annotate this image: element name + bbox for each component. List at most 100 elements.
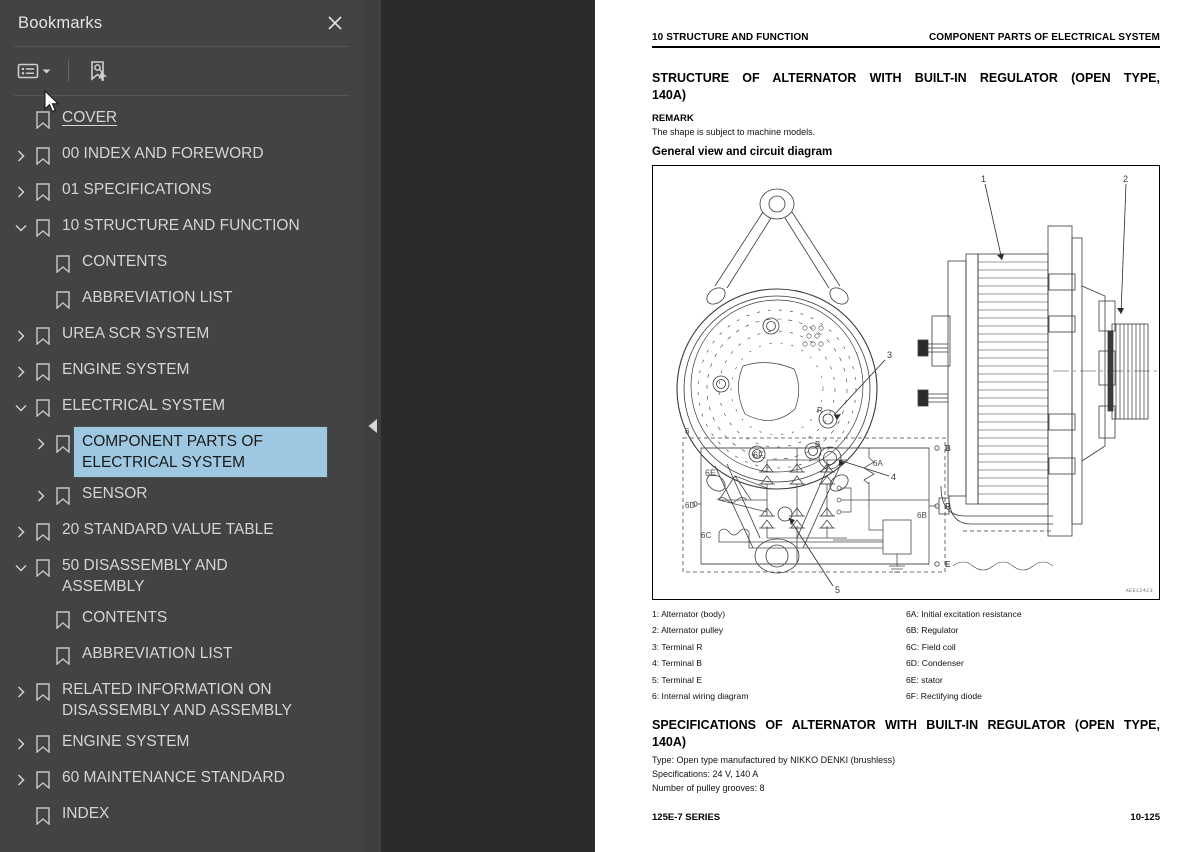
- bookmark-item[interactable]: RELATED INFORMATION ON DISASSEMBLY AND A…: [0, 674, 364, 726]
- bookmark-label[interactable]: 00 INDEX AND FOREWORD: [54, 139, 268, 168]
- chevron-down-icon[interactable]: [10, 211, 32, 245]
- bookmarks-toolbar: [0, 47, 364, 95]
- bookmark-label[interactable]: CONTENTS: [74, 247, 171, 276]
- bookmark-label[interactable]: RELATED INFORMATION ON DISASSEMBLY AND A…: [54, 675, 312, 725]
- chevron-right-icon[interactable]: [10, 727, 32, 761]
- figure-reference-code: AEE12423: [1125, 588, 1153, 594]
- bookmarks-panel-title: Bookmarks: [18, 13, 103, 32]
- alternator-front-view: [676, 188, 878, 574]
- bookmarks-tree[interactable]: COVER 00 INDEX AND FOREWORD 01 SPECIFICATI…: [0, 96, 364, 852]
- bookmark-icon: [32, 355, 54, 389]
- bookmark-label[interactable]: ENGINE SYSTEM: [54, 355, 193, 384]
- bookmark-item[interactable]: SENSOR: [0, 478, 364, 514]
- circuit-terminal-E: E: [945, 560, 951, 569]
- bookmark-item[interactable]: UREA SCR SYSTEM: [0, 318, 364, 354]
- bookmark-label[interactable]: COMPONENT PARTS OF ELECTRICAL SYSTEM: [73, 426, 328, 478]
- chevron-right-icon[interactable]: [10, 763, 32, 797]
- chevron-right-icon[interactable]: [30, 479, 52, 513]
- twisty-placeholder: [10, 799, 32, 833]
- document-viewport[interactable]: 10 STRUCTURE AND FUNCTION COMPONENT PART…: [595, 0, 1200, 852]
- figure-subheading: General view and circuit diagram: [652, 146, 833, 158]
- bookmark-label[interactable]: ENGINE SYSTEM: [54, 727, 193, 756]
- legend-column-right: 6A: Initial excitation resistance 6B: Reg…: [906, 606, 1160, 704]
- bookmark-item[interactable]: INDEX: [0, 798, 364, 834]
- bookmark-item[interactable]: 50 DISASSEMBLY AND ASSEMBLY: [0, 550, 364, 602]
- chevron-right-icon[interactable]: [10, 675, 32, 709]
- legend-entry: 2: Alternator pulley: [652, 625, 724, 636]
- chevron-right-icon[interactable]: [10, 319, 32, 353]
- bookmark-item[interactable]: 01 SPECIFICATIONS: [0, 174, 364, 210]
- bookmark-item[interactable]: 60 MAINTENANCE STANDARD: [0, 762, 364, 798]
- footer-series: 125E-7 SERIES: [652, 812, 721, 824]
- bookmark-item[interactable]: CONTENTS: [0, 602, 364, 638]
- circuit-label-6A: 6A: [873, 459, 883, 468]
- bookmark-icon: [52, 247, 74, 281]
- bookmark-item[interactable]: 20 STANDARD VALUE TABLE: [0, 514, 364, 550]
- figure-legend: 1: Alternator (body) 2: Alternator pulley…: [652, 606, 1160, 704]
- bookmark-item[interactable]: CONTENTS: [0, 246, 364, 282]
- alternator-figure: 3 4 5 R B 1 2 6 6F 6E 6A 6B 6C 6D B R E …: [652, 165, 1160, 600]
- bookmark-item[interactable]: ELECTRICAL SYSTEM: [0, 390, 364, 426]
- legend-entry: 3: Terminal R: [652, 641, 703, 652]
- bookmark-label[interactable]: 50 DISASSEMBLY AND ASSEMBLY: [54, 551, 312, 601]
- bookmark-label[interactable]: 01 SPECIFICATIONS: [54, 175, 216, 204]
- triangle-left-icon[interactable]: [367, 418, 379, 434]
- bookmark-label[interactable]: ABBREVIATION LIST: [74, 283, 236, 312]
- bookmark-label[interactable]: CONTENTS: [74, 603, 171, 632]
- chevron-down-icon[interactable]: [10, 391, 32, 425]
- chevron-right-icon[interactable]: [10, 355, 32, 389]
- chevron-right-icon[interactable]: [10, 175, 32, 209]
- bookmark-icon: [32, 103, 54, 137]
- running-head-rule: [652, 46, 1160, 48]
- bookmark-item[interactable]: 10 STRUCTURE AND FUNCTION: [0, 210, 364, 246]
- bookmark-item[interactable]: COMPONENT PARTS OF ELECTRICAL SYSTEM: [0, 426, 364, 478]
- running-head-right: COMPONENT PARTS OF ELECTRICAL SYSTEM: [928, 32, 1160, 43]
- bookmark-icon: [32, 319, 54, 353]
- specification-line: Number of pulley grooves: 8: [652, 783, 765, 794]
- legend-entry: 6B: Regulator: [906, 625, 959, 636]
- bookmarks-header: Bookmarks: [0, 0, 364, 46]
- bookmarks-sidebar: Bookmarks COVER 00 INDEX AND FOREWORD 01…: [0, 0, 364, 852]
- close-icon[interactable]: [322, 10, 348, 36]
- find-bookmark-icon[interactable]: [83, 56, 113, 86]
- bookmark-item[interactable]: 00 INDEX AND FOREWORD: [0, 138, 364, 174]
- bookmark-label[interactable]: UREA SCR SYSTEM: [54, 319, 213, 348]
- bookmark-item[interactable]: ABBREVIATION LIST: [0, 282, 364, 318]
- chevron-right-icon[interactable]: [10, 515, 32, 549]
- circuit-terminal-B: B: [945, 444, 951, 453]
- bookmark-label[interactable]: SENSOR: [74, 479, 151, 508]
- bookmark-label[interactable]: 60 MAINTENANCE STANDARD: [54, 763, 289, 792]
- remark-label: REMARK: [652, 113, 694, 124]
- bookmark-icon: [32, 515, 54, 549]
- bookmark-label[interactable]: 20 STANDARD VALUE TABLE: [54, 515, 278, 544]
- chevron-down-icon[interactable]: [42, 62, 51, 80]
- bookmark-icon: [32, 675, 54, 709]
- chevron-right-icon[interactable]: [10, 139, 32, 173]
- bookmark-icon: [52, 427, 74, 461]
- list-view-icon[interactable]: [14, 56, 54, 86]
- legend-entry: 6C: Field coil: [906, 641, 956, 652]
- legend-entry: 6E: stator: [906, 674, 943, 685]
- bookmark-label[interactable]: COVER: [54, 103, 121, 132]
- bookmark-label[interactable]: ELECTRICAL SYSTEM: [54, 391, 229, 420]
- bookmark-label[interactable]: INDEX: [54, 799, 113, 828]
- legend-entry: 6: Internal wiring diagram: [652, 691, 749, 702]
- legend-entry: 6D: Condenser: [906, 658, 964, 669]
- bookmark-item[interactable]: ENGINE SYSTEM: [0, 354, 364, 390]
- legend-entry: 1: Alternator (body): [652, 609, 726, 619]
- bookmark-icon: [52, 283, 74, 317]
- bookmark-label[interactable]: ABBREVIATION LIST: [74, 639, 236, 668]
- bookmark-item[interactable]: COVER: [0, 102, 364, 138]
- running-head-left: 10 STRUCTURE AND FUNCTION: [652, 32, 809, 43]
- chevron-right-icon[interactable]: [30, 427, 52, 461]
- twisty-placeholder: [30, 603, 52, 637]
- bookmark-icon: [52, 603, 74, 637]
- bookmark-icon: [52, 639, 74, 673]
- page-footer: 125E-7 SERIES 10-125: [652, 812, 1160, 823]
- bookmark-icon: [32, 211, 54, 245]
- callout-3: 3: [887, 350, 892, 360]
- bookmark-item[interactable]: ENGINE SYSTEM: [0, 726, 364, 762]
- bookmark-label[interactable]: 10 STRUCTURE AND FUNCTION: [54, 211, 304, 240]
- bookmark-item[interactable]: ABBREVIATION LIST: [0, 638, 364, 674]
- chevron-down-icon[interactable]: [10, 551, 32, 585]
